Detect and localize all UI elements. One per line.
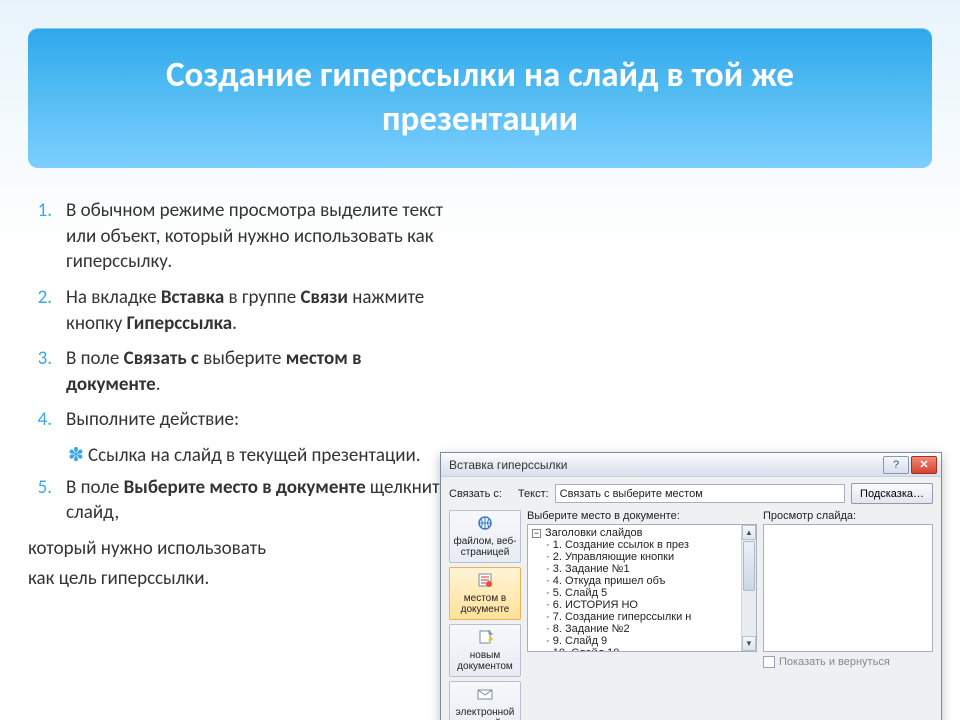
tree-item[interactable]: · 1. Создание ссылок в през — [532, 539, 752, 551]
choose-place-label: Выберите место в документе: — [527, 510, 757, 522]
help-button[interactable]: ? — [883, 456, 909, 474]
step-number: 2. — [28, 285, 58, 311]
close-button[interactable]: ✕ — [911, 456, 937, 474]
hint-button[interactable]: Подсказка… — [851, 483, 933, 504]
step-text: В поле Связать с выберите местом в докум… — [66, 347, 361, 396]
star-bullet-icon: ✽ — [68, 443, 84, 469]
display-text-field[interactable]: Связать с выберите местом — [555, 484, 845, 503]
link-target-bar: файлом, веб- страницей местом в документе… — [449, 510, 521, 720]
slide-preview-box — [763, 524, 933, 652]
insert-hyperlink-dialog: Вставка гиперссылки ? ✕ Связать с: Текст… — [440, 452, 942, 720]
scroll-down-arrow[interactable]: ▼ — [742, 636, 756, 651]
step-item: 3. В поле Связать с выберите местом в док… — [28, 346, 458, 397]
step-text: В поле Выберите место в документе щелкни… — [66, 476, 449, 525]
text-label: Текст: — [518, 488, 549, 500]
step-text: На вкладке Вставка в группе Связи нажмит… — [66, 286, 424, 335]
trailing-line-2: как цель гиперссылки. — [28, 566, 458, 592]
step-item: 4. Выполните действие: — [28, 407, 458, 433]
sub-bullet: ✽Ссылка на слайд в текущей презентации. — [28, 443, 458, 469]
steps-list: 1. В обычном режиме просмотра выделите те… — [28, 198, 458, 526]
tree-item[interactable]: · 6. ИСТОРИЯ НО — [532, 599, 752, 611]
place-doc-icon — [475, 572, 495, 591]
collapse-icon[interactable]: − — [532, 529, 541, 538]
email-icon — [475, 686, 495, 705]
step-item: 1. В обычном режиме просмотра выделите те… — [28, 198, 458, 275]
tree-item[interactable]: · 9. Слайд 9 — [532, 635, 752, 647]
tree-scrollbar[interactable]: ▲ ▼ — [741, 525, 756, 651]
tree-item[interactable]: · 10. Слайд 10 — [532, 647, 752, 652]
link-with-label: Связать с: — [449, 488, 502, 500]
linkbar-file-web-button[interactable]: файлом, веб- страницей — [449, 510, 521, 563]
step-number: 5. — [28, 475, 58, 501]
slide-title: Создание гиперссылки на слайд в той же п… — [68, 54, 892, 142]
linkbar-new-doc-button[interactable]: новым документом — [449, 624, 521, 677]
slide-body: 1. В обычном режиме просмотра выделите те… — [28, 198, 458, 591]
step-item: 5. В поле Выберите место в документе щелк… — [28, 475, 458, 526]
tree-item[interactable]: · 8. Задание №2 — [532, 623, 752, 635]
tree-item[interactable]: · 7. Создание гиперссылки н — [532, 611, 752, 623]
dialog-title: Вставка гиперссылки — [449, 458, 567, 472]
linkbar-label: электронной почтой — [456, 707, 515, 720]
preview-label: Просмотр слайда: — [763, 510, 933, 522]
linkbar-label: файлом, веб- страницей — [453, 536, 516, 558]
step-number: 3. — [28, 346, 58, 372]
tree-item[interactable]: · 2. Управляющие кнопки — [532, 551, 752, 563]
document-tree[interactable]: −Заголовки слайдов· 1. Создание ссылок в… — [527, 524, 757, 652]
show-return-label: Показать и вернуться — [779, 656, 890, 668]
new-doc-icon — [475, 629, 495, 648]
step-text: Выполните действие: — [66, 408, 239, 431]
dialog-titlebar[interactable]: Вставка гиперссылки ? ✕ — [441, 453, 941, 477]
step-number: 4. — [28, 407, 58, 433]
file-web-icon — [475, 515, 495, 534]
tree-item[interactable]: · 5. Слайд 5 — [532, 587, 752, 599]
scroll-thumb[interactable] — [743, 541, 755, 591]
linkbar-email-button[interactable]: электронной почтой — [449, 681, 521, 720]
tree-item[interactable]: · 3. Задание №1 — [532, 563, 752, 575]
step-item: 2. На вкладке Вставка в группе Связи нажм… — [28, 285, 458, 336]
step-number: 1. — [28, 198, 58, 224]
linkbar-place-doc-button[interactable]: местом в документе — [449, 567, 521, 620]
tree-item[interactable]: · 4. Откуда пришел объ — [532, 575, 752, 587]
linkbar-label: местом в документе — [461, 593, 510, 615]
step-text: В обычном режиме просмотра выделите текс… — [66, 199, 443, 273]
show-return-checkbox[interactable] — [763, 656, 775, 668]
scroll-up-arrow[interactable]: ▲ — [742, 525, 756, 540]
title-band: Создание гиперссылки на слайд в той же п… — [28, 28, 932, 168]
linkbar-label: новым документом — [457, 650, 513, 672]
tree-root[interactable]: −Заголовки слайдов — [532, 527, 752, 539]
trailing-line-1: который нужно использовать — [28, 536, 458, 562]
